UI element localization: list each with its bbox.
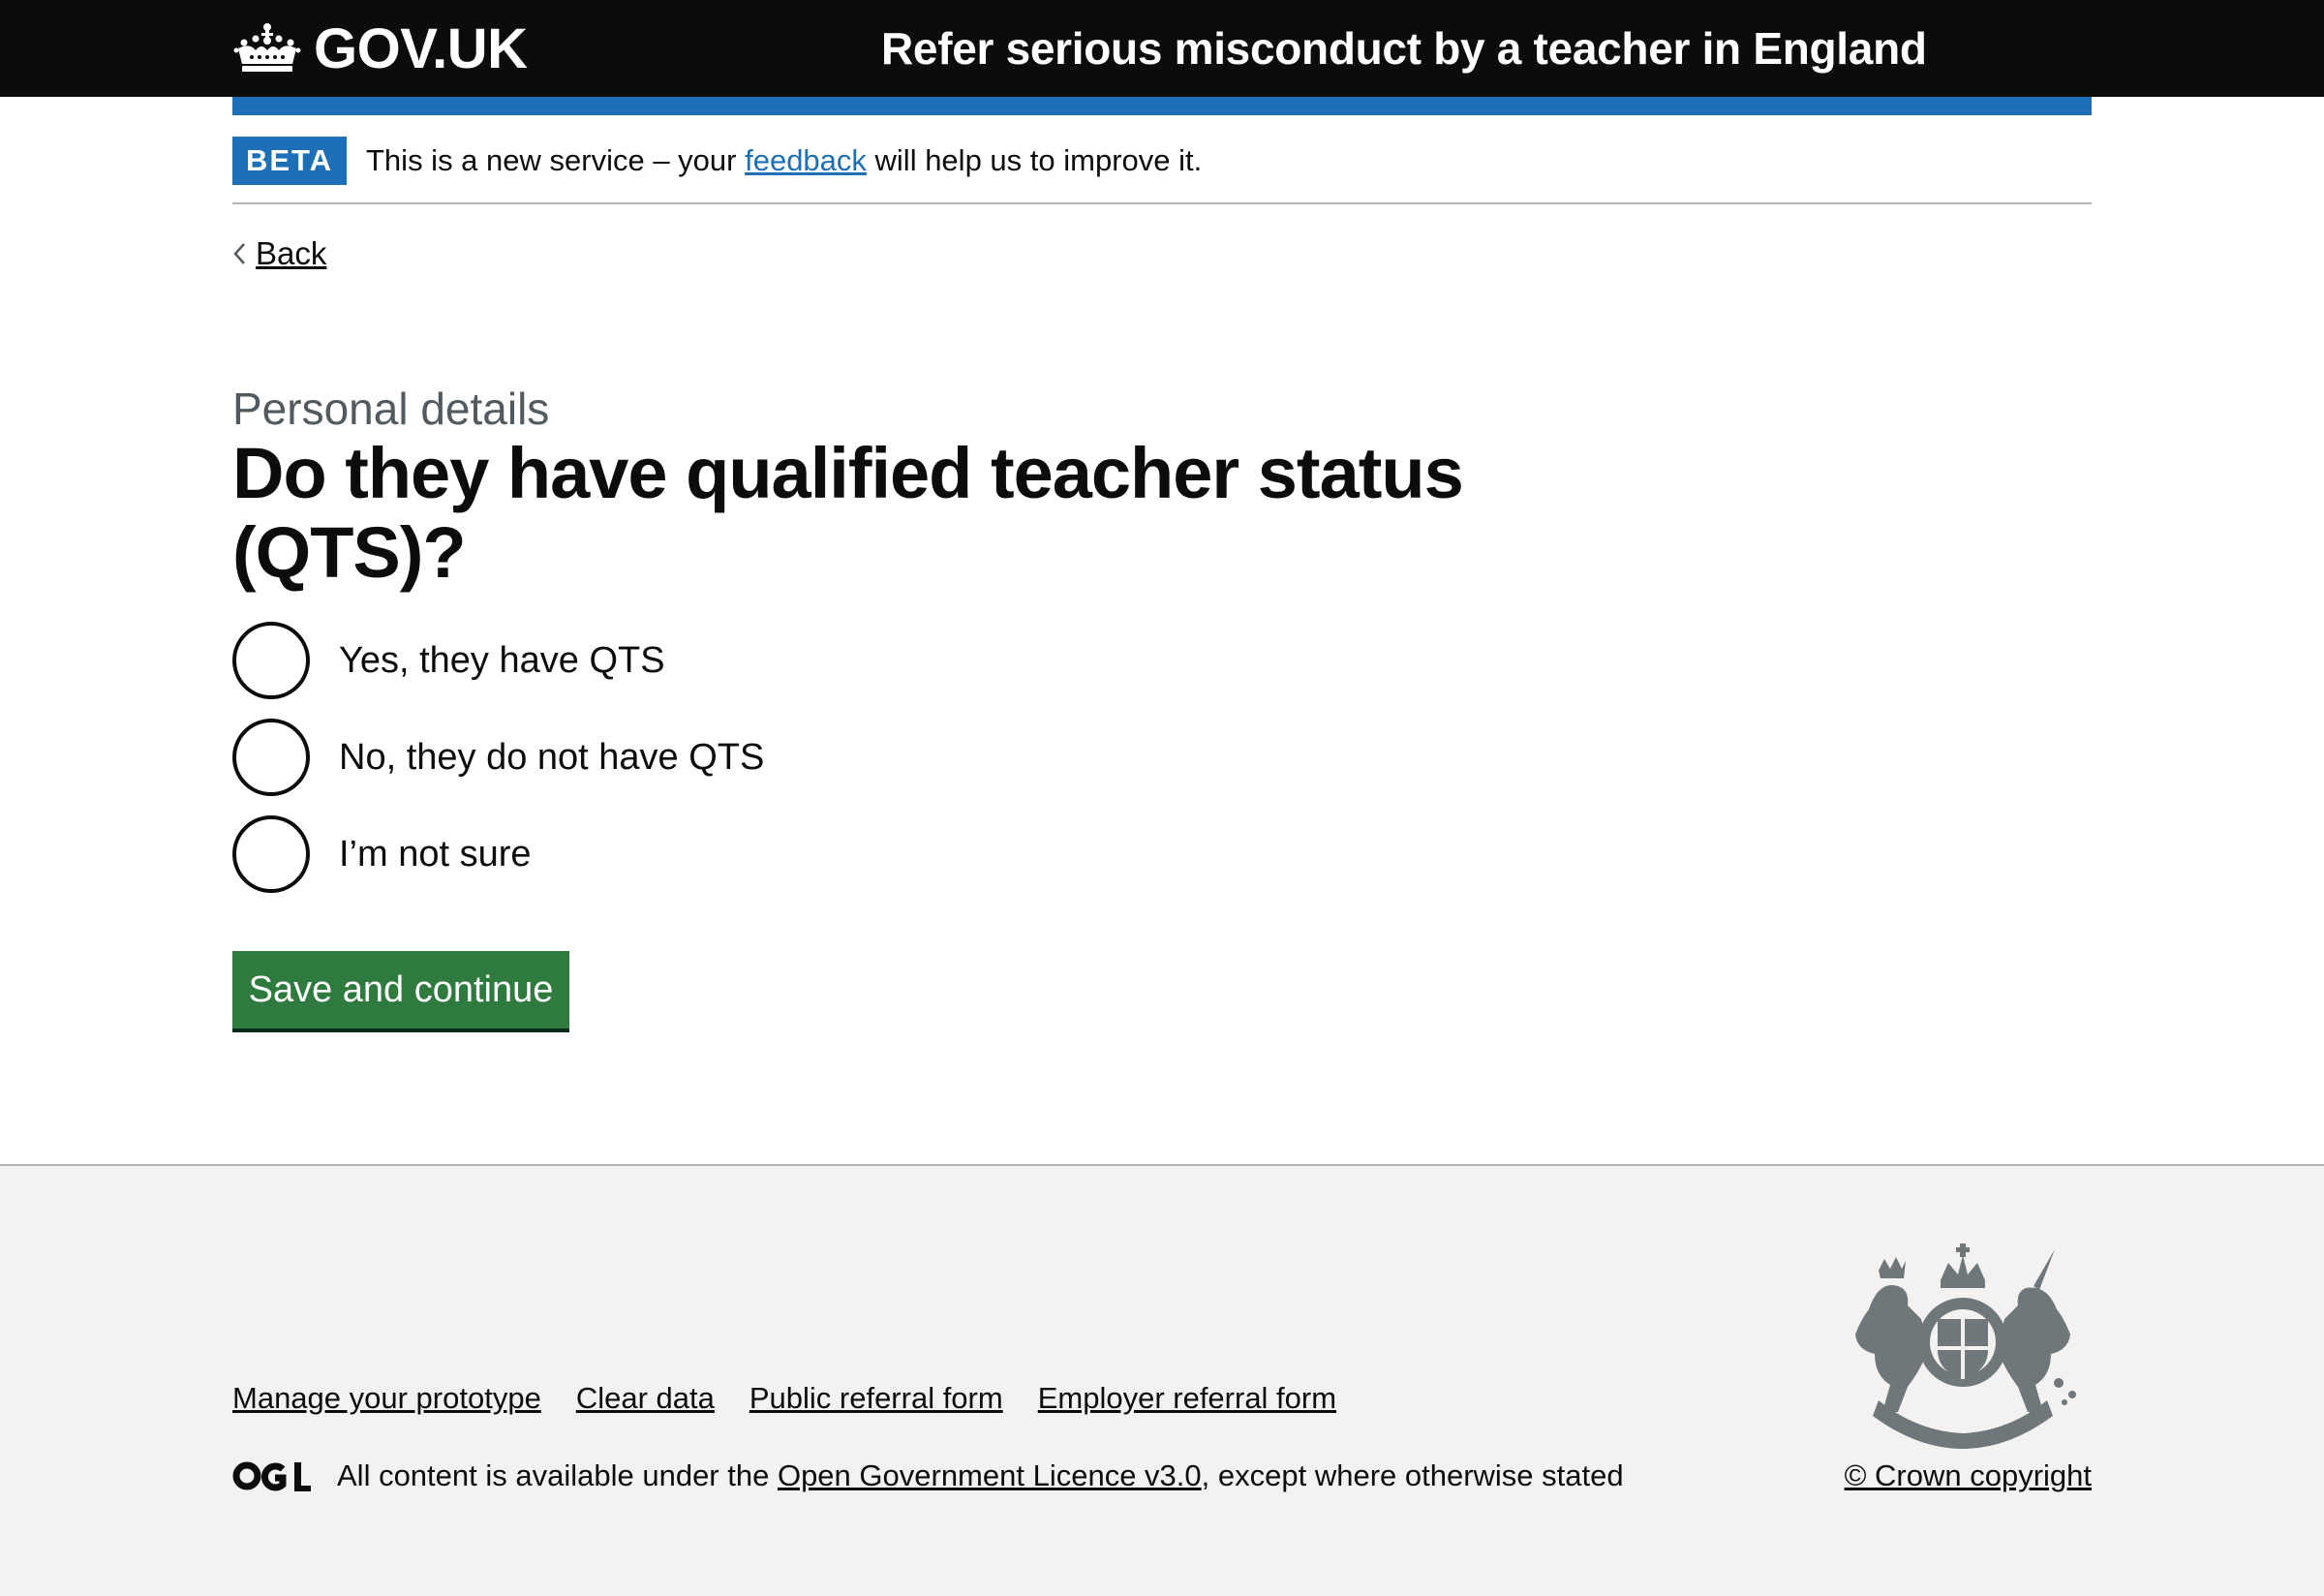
radio-option-not-sure[interactable]: I’m not sure <box>232 815 1104 893</box>
licence-statement: All content is available under the Open … <box>232 1458 1624 1493</box>
radio-option-no[interactable]: No, they do not have QTS <box>232 719 1104 796</box>
header-blue-bar <box>232 97 2092 115</box>
crown-icon <box>233 23 301 72</box>
govuk-logo-text: GOV.UK <box>314 16 528 80</box>
section-caption: Personal details <box>232 384 550 434</box>
open-government-licence-link[interactable]: Open Government Licence v3.0 <box>778 1458 1202 1492</box>
feedback-link[interactable]: feedback <box>745 143 867 177</box>
phase-text-after: will help us to improve it. <box>866 143 1203 177</box>
phase-text-before: This is a new service – your <box>366 143 746 177</box>
radio-button-not-sure[interactable] <box>232 815 310 893</box>
crown-copyright-link[interactable]: © Crown copyright <box>1845 1458 2092 1493</box>
footer-link-manage-prototype[interactable]: Manage your prototype <box>232 1381 541 1416</box>
page-heading: Do they have qualified teacher status (Q… <box>232 433 1464 593</box>
chevron-left-icon <box>233 243 245 264</box>
radio-option-yes[interactable]: Yes, they have QTS <box>232 622 1104 699</box>
site-footer: Manage your prototype Clear data Public … <box>0 1164 2324 1596</box>
site-header: GOV.UK Refer serious misconduct by a tea… <box>0 0 2324 97</box>
radio-button-yes[interactable] <box>232 622 310 699</box>
back-link-label: Back <box>256 235 327 271</box>
footer-link-clear-data[interactable]: Clear data <box>576 1381 715 1416</box>
licence-text-after: , except where otherwise stated <box>1201 1458 1624 1492</box>
phase-banner: BETA This is a new service – your feedba… <box>232 115 2092 204</box>
footer-link-public-referral[interactable]: Public referral form <box>749 1381 1003 1416</box>
licence-text-before: All content is available under the <box>337 1458 778 1492</box>
qts-radio-group: Yes, they have QTS No, they do not have … <box>232 622 1104 912</box>
footer-link-employer-referral[interactable]: Employer referral form <box>1038 1381 1336 1416</box>
radio-button-no[interactable] <box>232 719 310 796</box>
service-name[interactable]: Refer serious misconduct by a teacher in… <box>881 19 1927 77</box>
radio-label-no[interactable]: No, they do not have QTS <box>339 733 764 782</box>
licence-text: All content is available under the Open … <box>337 1458 1624 1493</box>
govuk-logo-link[interactable]: GOV.UK <box>232 16 528 80</box>
radio-label-yes[interactable]: Yes, they have QTS <box>339 636 665 685</box>
footer-links: Manage your prototype Clear data Public … <box>232 1381 1336 1416</box>
radio-label-not-sure[interactable]: I’m not sure <box>339 830 532 878</box>
phase-banner-text: This is a new service – your feedback wi… <box>366 140 1202 181</box>
back-link[interactable]: Back <box>232 232 326 275</box>
save-and-continue-button[interactable]: Save and continue <box>232 951 569 1028</box>
royal-coat-of-arms-icon <box>1855 1243 2076 1449</box>
beta-tag: BETA <box>232 137 347 185</box>
ogl-icon <box>232 1461 311 1491</box>
